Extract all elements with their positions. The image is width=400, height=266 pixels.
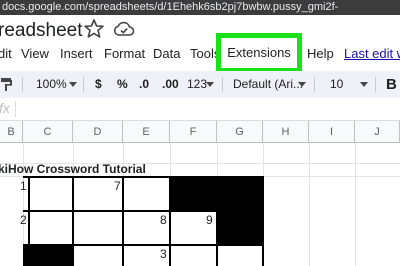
title-row: readsheet xyxy=(0,15,400,45)
column-header-h[interactable]: H xyxy=(263,121,309,143)
toolbar: 100% $ % .0 .00 123 Default (Ari... 10 B xyxy=(0,71,400,98)
crossword-border xyxy=(23,210,263,212)
font-size-select[interactable]: 10 xyxy=(330,71,343,98)
crossword-border xyxy=(169,176,171,266)
toolbar-divider xyxy=(222,77,223,92)
clue-number[interactable]: 2 xyxy=(20,213,27,227)
font-family-select[interactable]: Default (Ari... xyxy=(233,71,303,98)
chevron-down-icon xyxy=(206,82,214,87)
menu-insert[interactable]: Insert xyxy=(60,45,93,69)
crossword-border xyxy=(23,244,263,246)
currency-button[interactable]: $ xyxy=(95,71,102,98)
column-header-i[interactable]: I xyxy=(309,121,355,143)
column-header-b[interactable]: B xyxy=(0,121,23,143)
star-icon[interactable] xyxy=(82,17,106,41)
fx-icon: fx xyxy=(0,100,10,116)
menu-data[interactable]: Data xyxy=(153,45,180,69)
percent-button[interactable]: % xyxy=(117,71,128,98)
crossword-border xyxy=(72,176,74,266)
document-title[interactable]: readsheet xyxy=(0,19,83,43)
clue-number[interactable]: 3 xyxy=(160,247,167,261)
increase-decimals-button[interactable]: .00 xyxy=(162,71,179,98)
chevron-down-icon xyxy=(69,82,77,87)
crossword-border xyxy=(28,176,30,266)
chevron-down-icon xyxy=(360,82,368,87)
menu-extensions[interactable]: Extensions xyxy=(216,33,302,73)
bold-icon[interactable]: B xyxy=(386,71,397,98)
crossword-black-cell xyxy=(170,177,217,211)
crossword-border xyxy=(262,176,264,266)
crossword-black-cell xyxy=(23,245,73,266)
crossword-border xyxy=(216,176,218,266)
toolbar-divider xyxy=(314,77,315,92)
column-header-j[interactable]: J xyxy=(355,121,400,143)
paint-format-icon[interactable] xyxy=(0,77,14,92)
column-header-e[interactable]: E xyxy=(123,121,170,143)
toolbar-divider xyxy=(22,77,23,92)
number-format-select[interactable]: 123 xyxy=(187,71,207,98)
menu-help[interactable]: Help xyxy=(307,45,334,69)
formula-bar[interactable]: fx xyxy=(0,98,400,121)
clue-number[interactable]: 8 xyxy=(160,213,167,227)
crossword-border xyxy=(122,176,124,266)
menu-edit[interactable]: dit xyxy=(0,45,12,69)
decrease-decimals-button[interactable]: .0 xyxy=(139,71,149,98)
crossword-border xyxy=(23,176,263,178)
column-header-d[interactable]: D xyxy=(73,121,123,143)
url-text: docs.google.com/spreadsheets/d/1Ehehk6sb… xyxy=(2,1,339,13)
toolbar-divider xyxy=(375,77,376,92)
grid-line xyxy=(309,143,310,266)
clue-number[interactable]: 7 xyxy=(114,179,121,193)
chevron-down-icon xyxy=(298,82,306,87)
column-header-c[interactable]: C xyxy=(23,121,73,143)
menu-extensions-label: Extensions xyxy=(227,45,291,60)
clue-number[interactable]: 1 xyxy=(20,179,27,193)
column-header-f[interactable]: F xyxy=(170,121,217,143)
menu-view[interactable]: View xyxy=(21,45,49,69)
cloud-check-icon[interactable] xyxy=(112,17,136,41)
zoom-select[interactable]: 100% xyxy=(36,71,67,98)
column-header-g[interactable]: G xyxy=(217,121,263,143)
menu-format[interactable]: Format xyxy=(104,45,145,69)
formula-divider xyxy=(15,101,16,117)
last-edit-link[interactable]: Last edit w xyxy=(344,45,400,63)
menu-bar: dit View Insert Format Data Tools Help L… xyxy=(0,45,400,69)
toolbar-divider xyxy=(83,77,84,92)
sheet-title-cell[interactable]: kiHow Crossword Tutorial xyxy=(0,163,146,176)
browser-url-bar[interactable]: docs.google.com/spreadsheets/d/1Ehehk6sb… xyxy=(0,0,400,15)
clue-number[interactable]: 9 xyxy=(206,213,213,227)
grid-line xyxy=(355,143,356,266)
